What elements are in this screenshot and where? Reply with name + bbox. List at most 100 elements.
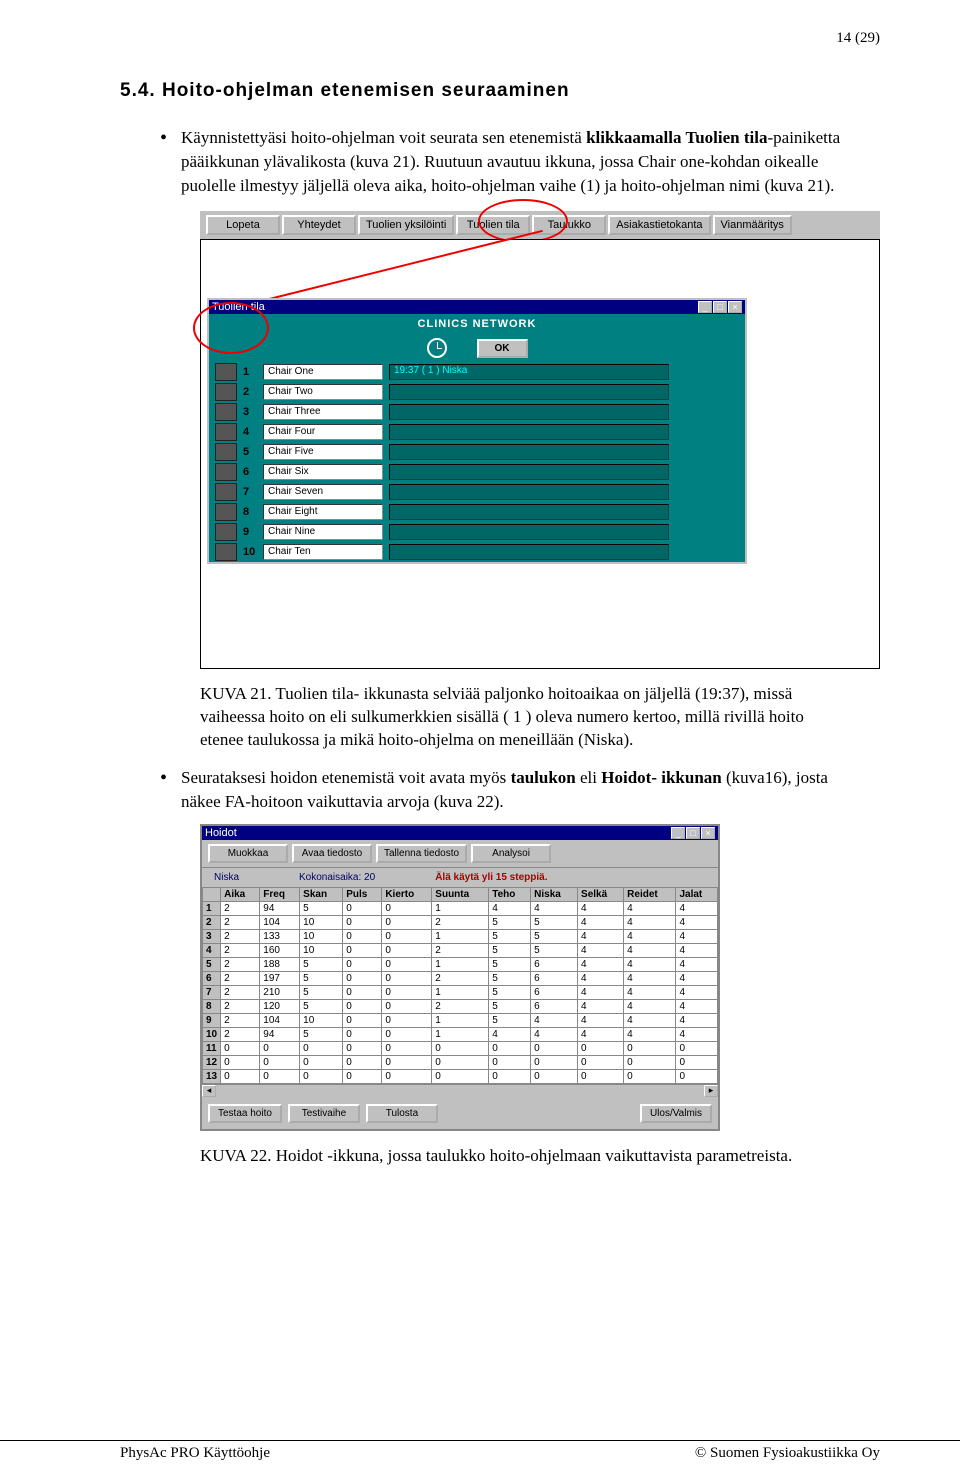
- data-cell[interactable]: 6: [531, 999, 578, 1013]
- menu-avaa[interactable]: Avaa tiedosto: [292, 844, 372, 863]
- maximize-icon[interactable]: □: [686, 827, 700, 839]
- chair-name-field[interactable]: Chair Five: [263, 444, 383, 460]
- data-cell[interactable]: 4: [676, 901, 718, 915]
- data-cell[interactable]: 4: [489, 1027, 531, 1041]
- data-cell[interactable]: 5: [531, 929, 578, 943]
- data-cell[interactable]: 94: [260, 1027, 300, 1041]
- data-cell[interactable]: 2: [221, 901, 260, 915]
- data-cell[interactable]: 188: [260, 957, 300, 971]
- toolbar-taulukko[interactable]: Taulukko: [532, 215, 606, 235]
- toolbar-tuolien-tila[interactable]: Tuolien tila: [456, 215, 530, 235]
- data-cell[interactable]: 1: [432, 957, 489, 971]
- menu-tallenna[interactable]: Tallenna tiedosto: [376, 844, 467, 863]
- menu-muokkaa[interactable]: Muokkaa: [208, 844, 288, 863]
- data-cell[interactable]: 2: [221, 943, 260, 957]
- data-cell[interactable]: 4: [578, 901, 624, 915]
- data-cell[interactable]: 0: [578, 1055, 624, 1069]
- toolbar-tuolien-yksilointi[interactable]: Tuolien yksilöinti: [358, 215, 454, 235]
- data-cell[interactable]: 4: [624, 915, 676, 929]
- data-cell[interactable]: 2: [432, 971, 489, 985]
- data-cell[interactable]: 0: [676, 1055, 718, 1069]
- scroll-left-icon[interactable]: ◂: [202, 1085, 216, 1097]
- data-cell[interactable]: 0: [343, 1055, 382, 1069]
- data-cell[interactable]: 0: [260, 1041, 300, 1055]
- data-cell[interactable]: 0: [382, 929, 432, 943]
- data-cell[interactable]: 4: [624, 999, 676, 1013]
- data-cell[interactable]: 5: [489, 915, 531, 929]
- data-cell[interactable]: 2: [221, 999, 260, 1013]
- data-cell[interactable]: 5: [489, 929, 531, 943]
- data-cell[interactable]: 0: [382, 901, 432, 915]
- data-cell[interactable]: 4: [578, 999, 624, 1013]
- data-cell[interactable]: 4: [676, 915, 718, 929]
- data-cell[interactable]: 0: [382, 985, 432, 999]
- toolbar-asiakastietokanta[interactable]: Asiakastietokanta: [608, 215, 710, 235]
- data-cell[interactable]: 0: [531, 1055, 578, 1069]
- data-cell[interactable]: 4: [578, 985, 624, 999]
- btn-tulosta[interactable]: Tulosta: [366, 1104, 438, 1123]
- data-cell[interactable]: 4: [578, 1027, 624, 1041]
- data-cell[interactable]: 4: [624, 1013, 676, 1027]
- data-cell[interactable]: 0: [260, 1055, 300, 1069]
- close-icon[interactable]: ×: [728, 301, 742, 313]
- chair-name-field[interactable]: Chair Ten: [263, 544, 383, 560]
- data-cell[interactable]: 0: [676, 1041, 718, 1055]
- chair-name-field[interactable]: Chair Six: [263, 464, 383, 480]
- data-cell[interactable]: 0: [221, 1041, 260, 1055]
- close-icon[interactable]: ×: [701, 827, 715, 839]
- data-cell[interactable]: 0: [300, 1069, 343, 1083]
- data-cell[interactable]: 10: [300, 943, 343, 957]
- data-cell[interactable]: 2: [221, 929, 260, 943]
- data-cell[interactable]: 0: [489, 1055, 531, 1069]
- toolbar-vianmaaritys[interactable]: Vianmääritys: [713, 215, 792, 235]
- data-cell[interactable]: 0: [531, 1041, 578, 1055]
- data-cell[interactable]: 5: [300, 985, 343, 999]
- data-cell[interactable]: 4: [676, 929, 718, 943]
- data-cell[interactable]: 160: [260, 943, 300, 957]
- data-cell[interactable]: 0: [382, 915, 432, 929]
- data-cell[interactable]: 4: [676, 1013, 718, 1027]
- data-cell[interactable]: 0: [382, 999, 432, 1013]
- data-cell[interactable]: 0: [300, 1041, 343, 1055]
- data-cell[interactable]: 0: [343, 999, 382, 1013]
- data-cell[interactable]: 0: [531, 1069, 578, 1083]
- data-cell[interactable]: 0: [343, 1027, 382, 1041]
- data-cell[interactable]: 197: [260, 971, 300, 985]
- data-cell[interactable]: 0: [382, 1027, 432, 1041]
- data-cell[interactable]: 2: [221, 1013, 260, 1027]
- data-cell[interactable]: 5: [489, 943, 531, 957]
- btn-testivaihe[interactable]: Testivaihe: [288, 1104, 360, 1123]
- chair-name-field[interactable]: Chair One: [263, 364, 383, 380]
- data-cell[interactable]: 0: [578, 1041, 624, 1055]
- data-cell[interactable]: 0: [343, 1069, 382, 1083]
- data-cell[interactable]: 10: [300, 915, 343, 929]
- data-cell[interactable]: 2: [432, 915, 489, 929]
- data-cell[interactable]: 4: [578, 1013, 624, 1027]
- chair-name-field[interactable]: Chair Nine: [263, 524, 383, 540]
- data-cell[interactable]: 0: [489, 1069, 531, 1083]
- data-cell[interactable]: 4: [624, 901, 676, 915]
- data-cell[interactable]: 10: [300, 929, 343, 943]
- data-cell[interactable]: 4: [624, 929, 676, 943]
- data-cell[interactable]: 4: [578, 915, 624, 929]
- data-cell[interactable]: 0: [343, 915, 382, 929]
- data-cell[interactable]: 0: [260, 1069, 300, 1083]
- data-cell[interactable]: 4: [624, 971, 676, 985]
- data-cell[interactable]: 5: [300, 971, 343, 985]
- data-cell[interactable]: 5: [489, 971, 531, 985]
- data-cell[interactable]: 6: [531, 985, 578, 999]
- data-cell[interactable]: 4: [578, 943, 624, 957]
- data-cell[interactable]: 0: [382, 957, 432, 971]
- data-cell[interactable]: 2: [432, 943, 489, 957]
- data-cell[interactable]: 2: [432, 999, 489, 1013]
- data-cell[interactable]: 4: [624, 1027, 676, 1041]
- data-cell[interactable]: 0: [300, 1055, 343, 1069]
- data-cell[interactable]: 4: [578, 929, 624, 943]
- data-cell[interactable]: 0: [382, 943, 432, 957]
- data-cell[interactable]: 0: [382, 971, 432, 985]
- data-cell[interactable]: 0: [343, 929, 382, 943]
- data-cell[interactable]: 2: [221, 957, 260, 971]
- data-cell[interactable]: 5: [489, 985, 531, 999]
- data-cell[interactable]: 0: [343, 957, 382, 971]
- data-cell[interactable]: 2: [221, 985, 260, 999]
